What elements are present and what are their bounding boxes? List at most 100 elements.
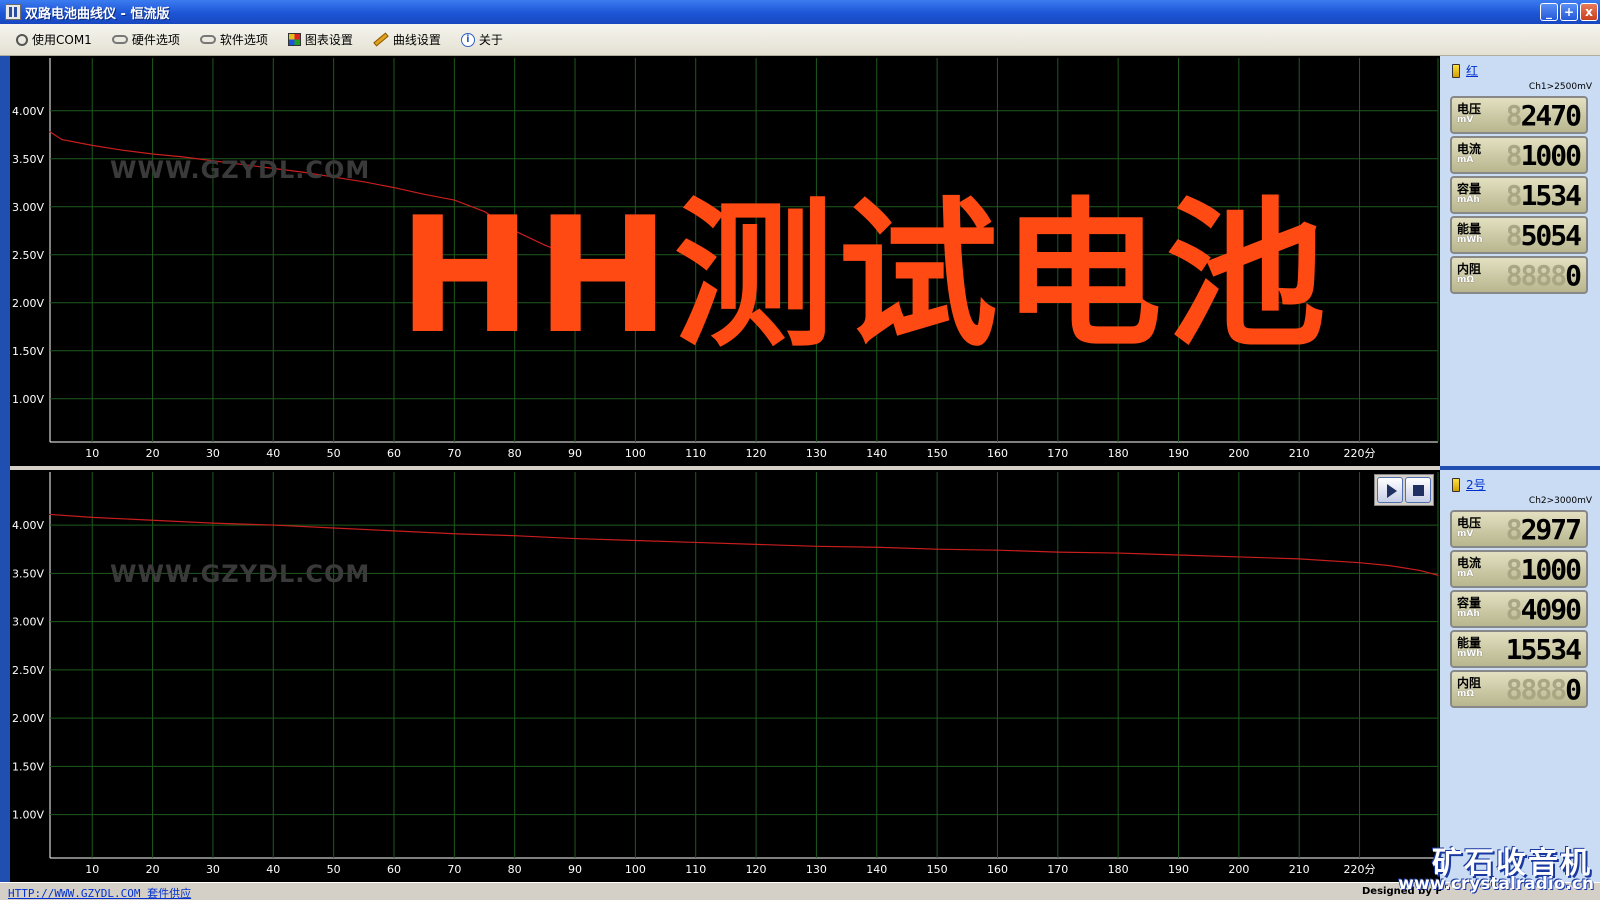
menu-use-com[interactable]: 使用COM1 bbox=[16, 31, 92, 48]
meter-name: 电流 bbox=[1457, 142, 1482, 156]
menu-label: 图表设置 bbox=[304, 33, 353, 47]
data-point bbox=[634, 539, 636, 542]
x-tick-label: 180 bbox=[1108, 863, 1129, 876]
meter-unit: mV bbox=[1457, 115, 1474, 125]
channel-1-name-link[interactable]: 红 bbox=[1466, 62, 1478, 79]
battery-icon bbox=[1452, 63, 1460, 78]
y-tick-label: 3.50V bbox=[12, 153, 44, 166]
meter-unit: mV bbox=[1457, 529, 1474, 539]
menu-hardware-options[interactable]: 硬件选项 bbox=[111, 31, 180, 48]
meter-digits: 1534 bbox=[1520, 178, 1582, 212]
x-tick-label: 10 bbox=[85, 863, 99, 876]
website-link[interactable]: HTTP://WWW.GZYDL.COM 套件供应 bbox=[8, 885, 191, 900]
x-tick-label: 160 bbox=[987, 863, 1008, 876]
channel-1-header: 红 bbox=[1452, 62, 1478, 79]
meter-name: 容量 bbox=[1457, 596, 1482, 610]
meter-value: 88880 bbox=[1488, 259, 1586, 292]
y-tick-label: 3.00V bbox=[12, 616, 44, 629]
meter-ghost-digits: 8 bbox=[1505, 218, 1523, 252]
playback-controls bbox=[1374, 474, 1434, 506]
menu-bar: 使用COM1 硬件选项 软件选项 图表设置 曲线设置 i 关于 bbox=[0, 24, 1600, 56]
x-tick-label: 220分 bbox=[1344, 447, 1376, 460]
y-tick-label: 3.00V bbox=[12, 201, 44, 214]
x-tick-label: 80 bbox=[508, 863, 522, 876]
channel-2-name-link[interactable]: 2号 bbox=[1466, 476, 1486, 493]
meter-name: 能量 bbox=[1457, 222, 1482, 236]
chain-icon bbox=[199, 35, 216, 44]
meter-name: 能量 bbox=[1457, 636, 1482, 650]
meter-readout: 内阻 mΩ 88880 bbox=[1450, 256, 1588, 294]
x-tick-label: 70 bbox=[447, 863, 461, 876]
menu-chart-settings[interactable]: 图表设置 bbox=[287, 31, 353, 48]
meter-readout: 电压 mV 82470 bbox=[1450, 96, 1588, 134]
minimize-button[interactable]: _ bbox=[1540, 3, 1558, 21]
y-tick-label: 1.00V bbox=[12, 393, 44, 406]
menu-curve-settings[interactable]: 曲线设置 bbox=[373, 31, 441, 48]
site-logo: 矿石收音机 www.crystalradio.cn bbox=[1398, 838, 1598, 900]
meter-name: 电压 bbox=[1457, 102, 1482, 116]
x-tick-label: 160 bbox=[987, 447, 1008, 460]
watermark-text: WWW.GZYDL.COM bbox=[110, 560, 371, 588]
close-button[interactable]: x bbox=[1580, 3, 1598, 21]
data-point bbox=[212, 522, 214, 524]
meter-digits: 15534 bbox=[1505, 632, 1582, 666]
meter-label: 容量 mAh bbox=[1452, 596, 1488, 620]
meter-label: 电流 mA bbox=[1452, 142, 1488, 166]
data-point bbox=[49, 513, 51, 516]
meter-name: 内阻 bbox=[1457, 262, 1482, 276]
chart-channel-1[interactable]: 10 20 30 40 50 60 70 80 90 100 110 120 130 140 150 160 1… bbox=[10, 56, 1440, 466]
data-point bbox=[151, 519, 154, 521]
meter-label: 电压 mV bbox=[1452, 102, 1488, 126]
x-tick-label: 60 bbox=[387, 863, 401, 876]
meter-name: 容量 bbox=[1457, 182, 1482, 196]
x-tick-label: 90 bbox=[568, 447, 582, 460]
meter-ghost-digits: 8 bbox=[1505, 592, 1523, 626]
data-point bbox=[996, 549, 999, 551]
meter-readout: 电流 mA 81000 bbox=[1450, 550, 1588, 588]
play-button[interactable] bbox=[1377, 477, 1403, 503]
x-tick-label: 40 bbox=[266, 863, 280, 876]
x-tick-label: 120 bbox=[746, 447, 767, 460]
meter-value: 81000 bbox=[1488, 139, 1586, 172]
x-tick-label: 180 bbox=[1108, 447, 1129, 460]
menu-label: 使用COM1 bbox=[32, 33, 92, 47]
data-point bbox=[695, 541, 697, 544]
meter-ghost-digits: 8888 bbox=[1505, 258, 1567, 292]
data-point bbox=[1358, 562, 1361, 564]
x-tick-label: 100 bbox=[625, 863, 646, 876]
meter-name: 内阻 bbox=[1457, 676, 1482, 690]
x-tick-label: 20 bbox=[146, 863, 160, 876]
x-tick-label: 110 bbox=[685, 863, 706, 876]
x-tick-label: 110 bbox=[685, 447, 706, 460]
y-tick-label: 2.00V bbox=[12, 712, 44, 725]
data-point bbox=[453, 533, 455, 535]
meter-unit: mA bbox=[1457, 155, 1474, 165]
meter-ghost-digits: 8 bbox=[1505, 98, 1523, 132]
chart-channel-2[interactable]: 10 20 30 40 50 60 70 80 90 100 110 120 130 140 150 160 1… bbox=[10, 470, 1440, 882]
channel-2-header: 2号 bbox=[1452, 476, 1486, 493]
overlay-title: HH测试电池 bbox=[398, 182, 1330, 369]
meter-digits: 5054 bbox=[1520, 218, 1582, 252]
info-icon: i bbox=[460, 32, 475, 47]
meter-ghost-digits: 8 bbox=[1505, 178, 1523, 212]
x-tick-label: 220分 bbox=[1344, 863, 1376, 876]
meter-readout: 容量 mAh 84090 bbox=[1450, 590, 1588, 628]
pencil-icon bbox=[373, 32, 389, 47]
y-tick-label: 3.50V bbox=[12, 567, 44, 580]
stop-button[interactable] bbox=[1405, 477, 1431, 503]
meter-label: 能量 mWh bbox=[1452, 636, 1488, 660]
data-point bbox=[514, 535, 516, 537]
meter-digits: 1000 bbox=[1520, 552, 1582, 586]
data-point bbox=[1057, 551, 1059, 553]
maximize-button[interactable]: + bbox=[1560, 3, 1578, 21]
meter-ghost-digits: 8888 bbox=[1505, 672, 1567, 706]
app-icon[interactable] bbox=[5, 4, 21, 20]
meter-ghost-digits: 8 bbox=[1505, 138, 1523, 172]
menu-software-options[interactable]: 软件选项 bbox=[199, 31, 268, 48]
x-tick-label: 150 bbox=[927, 863, 948, 876]
data-point bbox=[1298, 558, 1300, 560]
meter-value: 82470 bbox=[1488, 99, 1586, 132]
x-tick-label: 170 bbox=[1047, 863, 1068, 876]
menu-about[interactable]: i 关于 bbox=[460, 31, 503, 48]
meter-value: 81534 bbox=[1488, 179, 1586, 212]
